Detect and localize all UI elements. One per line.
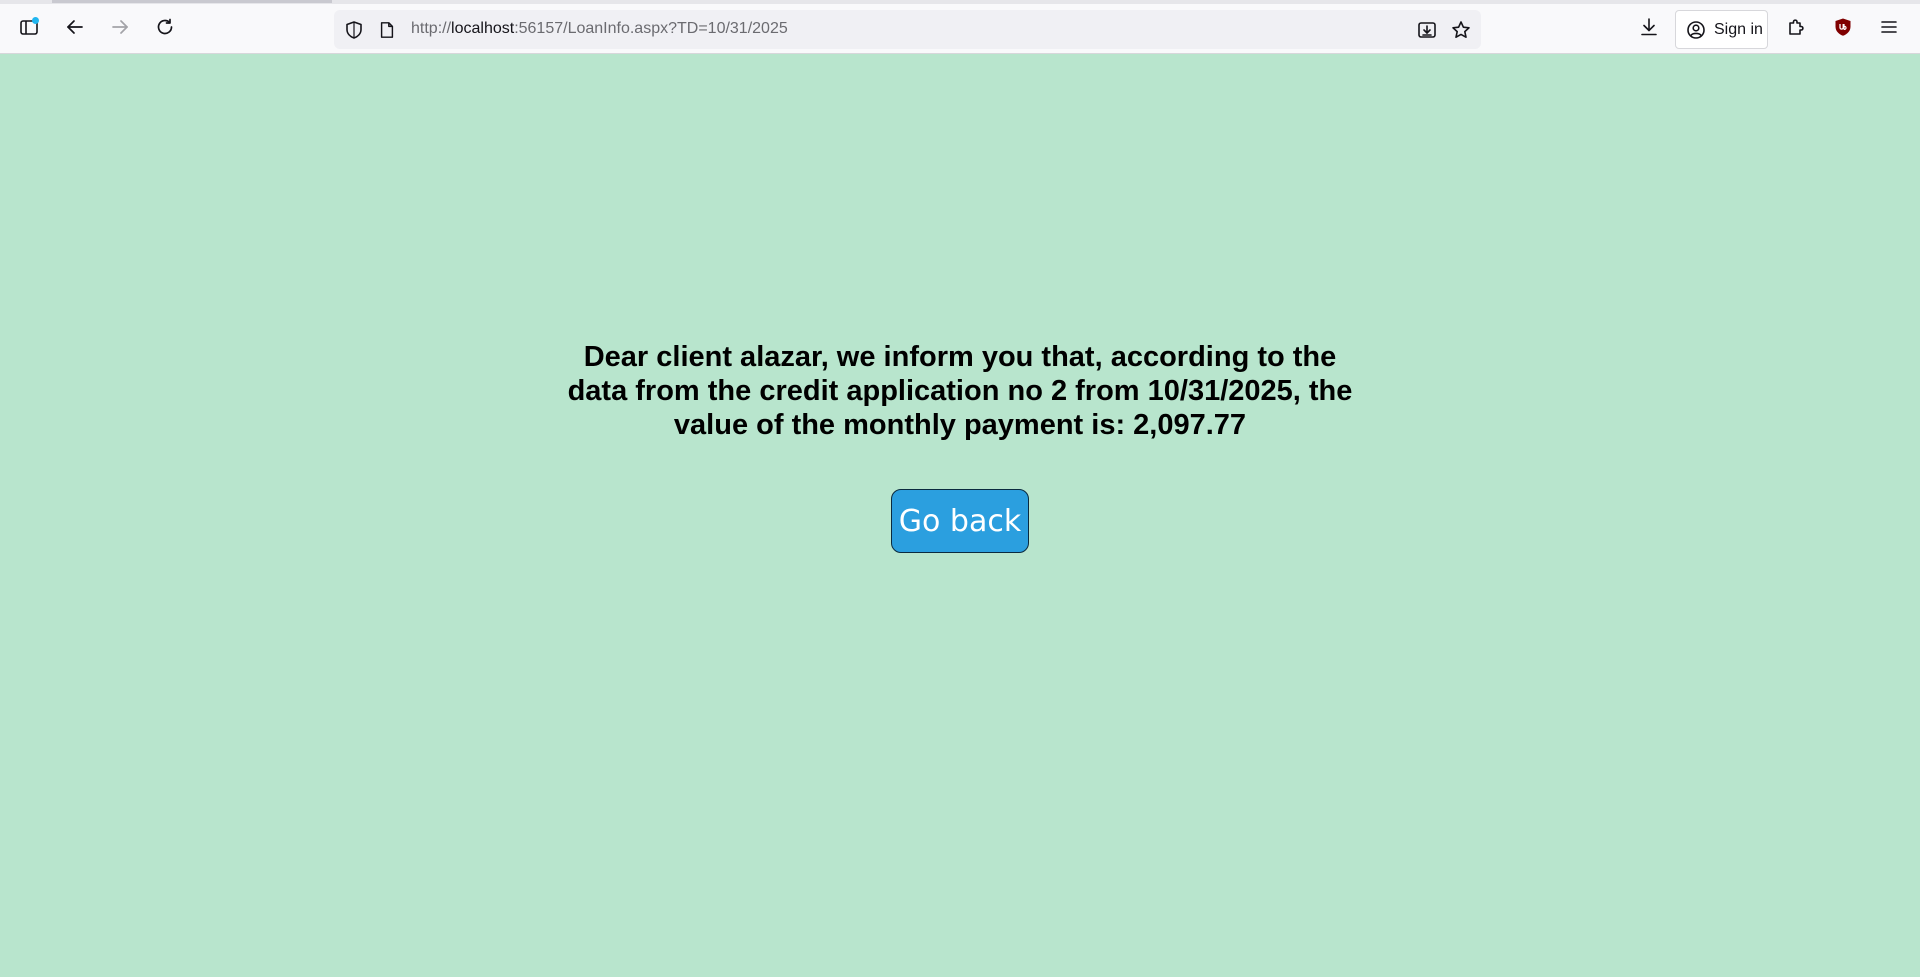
browser-toolbar: http://localhost:56157/LoanInfo.aspx?TD=… [0, 0, 1920, 54]
shield-icon[interactable] [342, 18, 366, 42]
url-scheme: http:// [411, 20, 452, 37]
menu-button[interactable] [1872, 12, 1906, 46]
sign-in-button[interactable]: Sign in [1675, 10, 1768, 49]
address-bar[interactable]: http://localhost:56157/LoanInfo.aspx?TD=… [334, 10, 1481, 49]
tab-strip [0, 0, 1920, 4]
downloads-button[interactable] [1632, 12, 1666, 46]
url-text[interactable]: http://localhost:56157/LoanInfo.aspx?TD=… [411, 20, 788, 38]
extensions-button[interactable] [1779, 12, 1813, 46]
ublock-icon [1833, 17, 1853, 42]
ublock-button[interactable] [1826, 12, 1860, 46]
sidebar-button[interactable] [12, 12, 46, 46]
back-button[interactable] [58, 12, 92, 46]
active-tab-indicator [52, 0, 332, 3]
download-icon [1639, 17, 1659, 42]
url-path: :56157/LoanInfo.aspx?TD=10/31/2025 [514, 20, 788, 37]
reload-icon [155, 17, 175, 42]
page-content: Dear client alazar, we inform you that, … [0, 55, 1920, 977]
arrow-right-icon [110, 17, 130, 42]
forward-button[interactable] [103, 12, 137, 46]
page-icon[interactable] [376, 18, 398, 42]
arrow-left-icon [65, 17, 85, 42]
url-host: localhost [451, 20, 515, 37]
reload-button[interactable] [148, 12, 182, 46]
notification-dot [32, 17, 39, 24]
sign-in-label: Sign in [1714, 20, 1763, 38]
payment-message: Dear client alazar, we inform you that, … [567, 341, 1353, 441]
star-icon[interactable] [1449, 18, 1473, 42]
puzzle-icon [1786, 17, 1806, 42]
hamburger-icon [1879, 17, 1899, 42]
save-page-icon[interactable] [1415, 18, 1439, 42]
account-icon [1686, 20, 1706, 40]
go-back-button[interactable]: Go back [891, 489, 1029, 553]
